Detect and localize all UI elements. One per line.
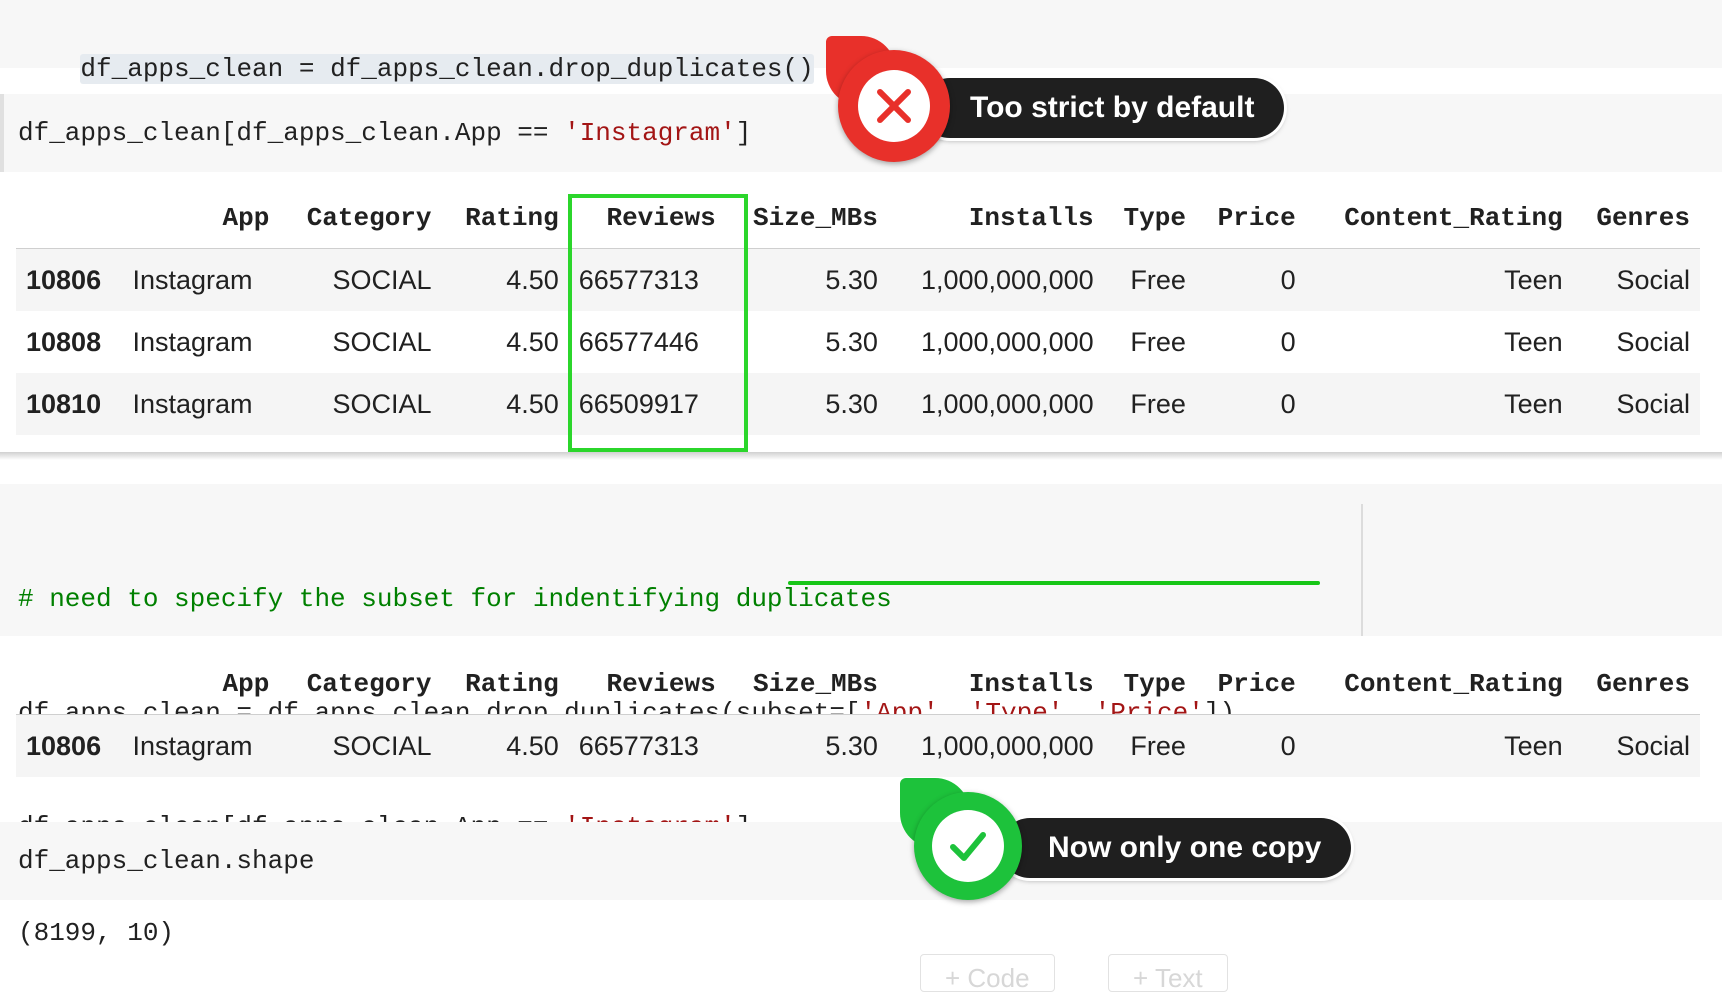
table-cell: Instagram: [122, 248, 280, 311]
column-header: Installs: [887, 188, 1104, 249]
table-cell: Social: [1572, 714, 1700, 777]
annotation-label: Now only one copy: [1000, 818, 1352, 878]
column-header: Category: [279, 188, 442, 249]
table-cell: 5.30: [725, 248, 888, 311]
table-cell: Social: [1572, 373, 1700, 435]
table-cell: Free: [1103, 248, 1196, 311]
row-index: 10806: [16, 248, 123, 311]
table-cell: Teen: [1305, 714, 1573, 777]
table-cell: Free: [1130, 326, 1186, 357]
table-cell: Instagram: [122, 373, 280, 435]
table-cell: 4.50: [441, 248, 569, 311]
table-cell: 5.30: [825, 326, 878, 357]
index-header: [16, 188, 123, 249]
column-header: Rating: [441, 654, 569, 715]
column-header: Category: [279, 654, 442, 715]
reviews-column-highlight: [568, 194, 748, 452]
dataframe-output-1: App Category Rating Reviews Size_MBs Installs…: [16, 188, 1700, 435]
table-cell: Teen: [1504, 326, 1563, 357]
table-row: 10810 Instagram SOCIAL 4.50 66509917 5.30 1,00…: [16, 373, 1700, 435]
column-header: Genres: [1572, 654, 1700, 715]
column-header: Content_Rating: [1305, 654, 1573, 715]
table-cell: SOCIAL: [279, 373, 442, 435]
table-cell: 4.50: [506, 326, 559, 357]
cell-gutter: [0, 94, 4, 172]
x-icon: [877, 89, 911, 123]
cell-divider: [1361, 504, 1363, 636]
column-header: Price: [1195, 654, 1306, 715]
subset-underline: [788, 581, 1320, 585]
table-cell: 4.50: [441, 714, 569, 777]
code-cell-shape[interactable]: df_apps_clean.shape: [0, 822, 1722, 900]
table-cell: 5.30: [725, 373, 888, 435]
code-line: df_apps_clean.shape: [18, 846, 315, 876]
dataframe-output-2: App Category Rating Reviews Size_MBs Installs…: [16, 654, 1700, 777]
table-cell: Free: [1103, 373, 1196, 435]
column-header: Installs: [887, 654, 1104, 715]
table-cell: Social: [1572, 248, 1700, 311]
table-cell: 0: [1195, 248, 1306, 311]
table-cell: 5.30: [725, 714, 888, 777]
column-header: Reviews: [568, 654, 726, 715]
table-cell: 66577313: [568, 714, 726, 777]
table-cell: 1,000,000,000: [887, 248, 1104, 311]
table-cell: Teen: [1305, 248, 1573, 311]
row-index: 10806: [16, 714, 123, 777]
row-index: 10808: [26, 326, 102, 357]
table-cell: Instagram: [132, 326, 253, 357]
code-line: df_apps_clean[df_apps_clean.App == 'Inst…: [18, 118, 752, 148]
table-cell: Instagram: [122, 714, 280, 777]
code-comment: # need to specify the subset for indenti…: [18, 584, 892, 614]
table-cell: Social: [1616, 326, 1690, 357]
annotation-label: Too strict by default: [920, 78, 1285, 138]
code-line: df_apps_clean = df_apps_clean.drop_dupli…: [80, 54, 814, 84]
column-header: Genres: [1572, 188, 1700, 249]
column-header: Rating: [441, 188, 569, 249]
table-cell: 0: [1280, 326, 1296, 357]
table-cell: 0: [1195, 373, 1306, 435]
table-row: 10806 Instagram SOCIAL 4.50 66577313 5.30 1,00…: [16, 248, 1700, 311]
table-cell: 1,000,000,000: [887, 714, 1104, 777]
table-cell: Free: [1103, 714, 1196, 777]
column-header: App: [122, 654, 280, 715]
index-header: [16, 654, 123, 715]
column-header: Size_MBs: [725, 654, 888, 715]
column-header: Type: [1103, 654, 1196, 715]
table-cell: 4.50: [441, 373, 569, 435]
code-cell-subset-drop[interactable]: # need to specify the subset for indenti…: [0, 484, 1722, 842]
table-cell: SOCIAL: [332, 326, 432, 357]
column-header: App: [122, 188, 280, 249]
output-divider: [0, 452, 1722, 460]
table-cell: 1,000,000,000: [887, 373, 1104, 435]
table-cell: SOCIAL: [279, 248, 442, 311]
table-cell: SOCIAL: [279, 714, 442, 777]
row-index: 10810: [16, 373, 123, 435]
shape-output: (8199, 10): [18, 918, 175, 948]
table-cell: Teen: [1305, 373, 1573, 435]
column-header: Price: [1195, 188, 1306, 249]
add-text-button[interactable]: + Text: [1108, 954, 1228, 993]
add-code-button[interactable]: + Code: [920, 954, 1055, 993]
column-header: Type: [1103, 188, 1196, 249]
check-icon: [950, 832, 986, 861]
table-row: 10808 Instagram SOCIAL 4.50 66577446 5.30 1,00…: [16, 311, 1700, 373]
table-cell: 1,000,000,000: [920, 326, 1094, 357]
column-header: Content_Rating: [1305, 188, 1573, 249]
table-cell: 0: [1195, 714, 1306, 777]
table-row: 10806 Instagram SOCIAL 4.50 66577313 5.30 1,00…: [16, 714, 1700, 777]
column-header: Size_MBs: [725, 188, 888, 249]
